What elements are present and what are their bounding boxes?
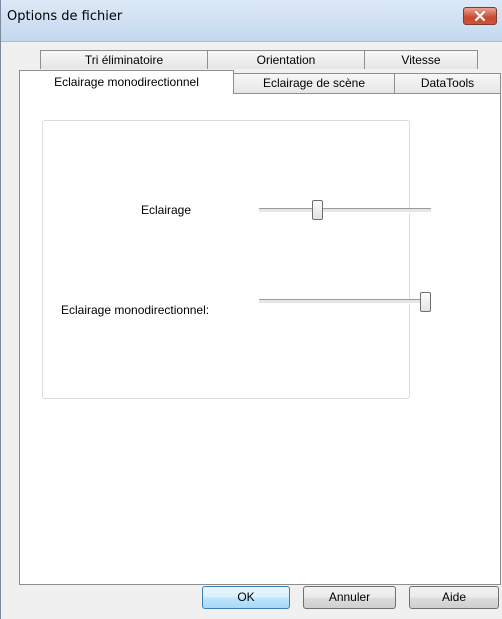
tab-panel: Eclairage Eclairage monodirectionnel: — [19, 93, 501, 585]
options-dialog: Options de fichier Tri éliminatoire Orie… — [0, 0, 502, 619]
close-icon — [474, 11, 486, 21]
ok-button[interactable]: OK — [202, 586, 290, 609]
tab-label: DataTools — [420, 76, 475, 90]
eclairage-slider-track[interactable] — [259, 208, 431, 213]
help-button[interactable]: Aide — [409, 586, 499, 609]
eclairage-label: Eclairage — [141, 203, 192, 217]
tab-tri-eliminatoire[interactable]: Tri éliminatoire — [40, 50, 208, 69]
tab-vitesse[interactable]: Vitesse — [364, 50, 478, 69]
tab-label: Vitesse — [401, 53, 441, 67]
tab-eclairage-de-scene[interactable]: Eclairage de scène — [233, 73, 395, 93]
tab-label: Eclairage de scène — [262, 76, 366, 90]
close-button[interactable] — [463, 7, 497, 25]
eclairage-mono-label: Eclairage monodirectionnel: — [61, 303, 210, 317]
cancel-button[interactable]: Annuler — [303, 586, 396, 609]
tab-label: Tri éliminatoire — [84, 53, 164, 67]
window-title: Options de fichier — [7, 9, 123, 24]
tab-eclairage-monodirectionnel[interactable]: Eclairage monodirectionnel — [19, 70, 234, 94]
settings-group: Eclairage Eclairage monodirectionnel: — [42, 120, 431, 399]
tab-orientation[interactable]: Orientation — [207, 50, 365, 69]
tab-label: Eclairage monodirectionnel — [54, 75, 199, 89]
tab-datatools[interactable]: DataTools — [394, 73, 501, 93]
title-bar: Options de fichier — [1, 0, 502, 42]
tab-label: Orientation — [256, 53, 316, 67]
eclairage-mono-slider-track[interactable] — [259, 299, 431, 304]
eclairage-mono-slider-thumb[interactable] — [420, 292, 431, 312]
eclairage-slider-thumb[interactable] — [312, 200, 324, 220]
